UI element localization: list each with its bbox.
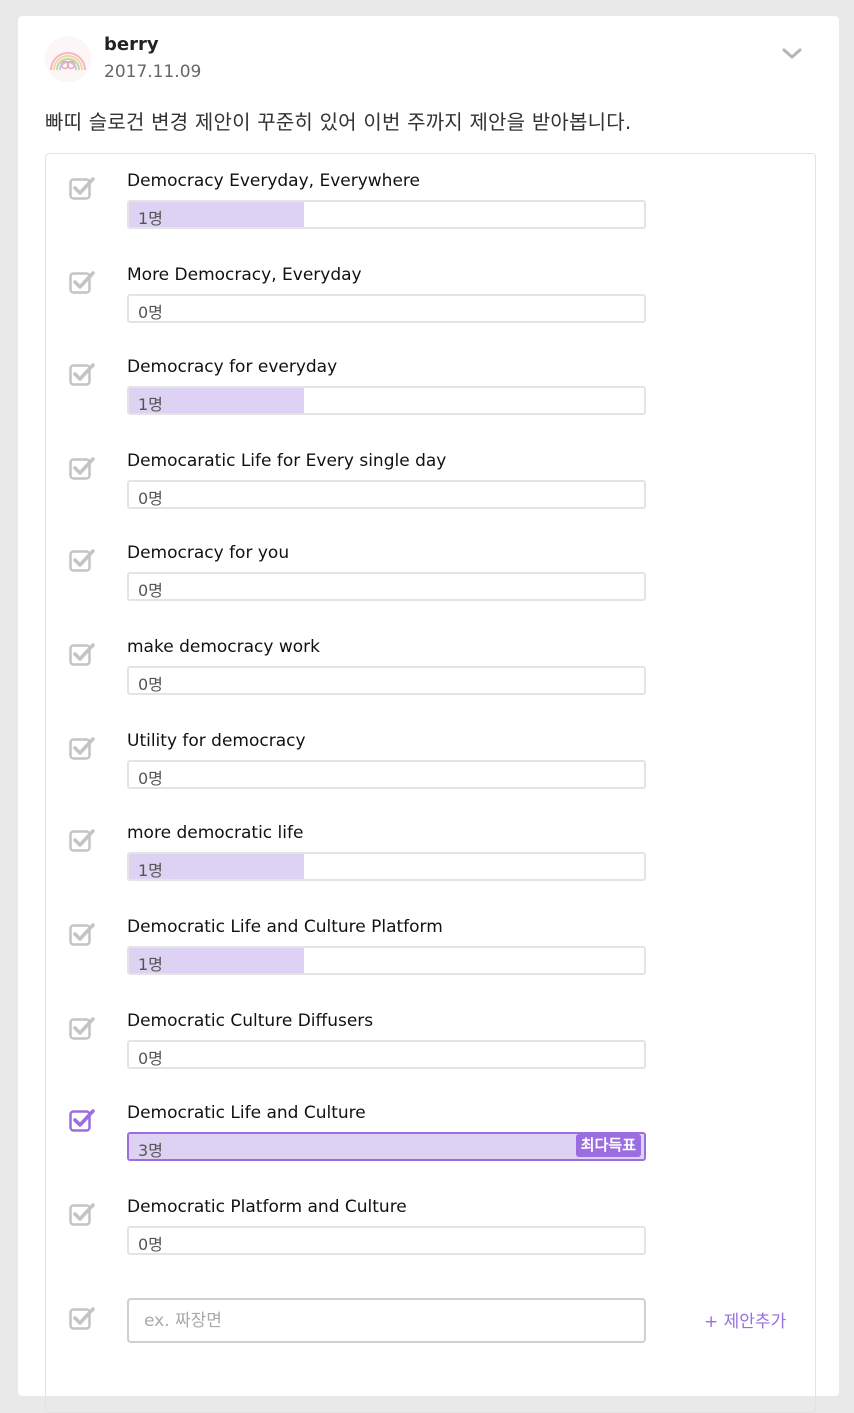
vote-count: 0명 xyxy=(138,675,163,694)
vote-bar[interactable]: 0명 xyxy=(127,1040,646,1069)
vote-bar[interactable]: 0명 xyxy=(127,1226,646,1255)
poll-option: more democratic life 1명 xyxy=(46,806,815,900)
add-option-button[interactable]: + 제안추가 xyxy=(704,1307,786,1332)
poll-option: Utility for democracy 0명 xyxy=(46,714,815,808)
vote-bar[interactable]: 0명 xyxy=(127,666,646,695)
vote-bar[interactable]: 0명 xyxy=(127,760,646,789)
vote-count: 1명 xyxy=(138,955,163,974)
check-icon[interactable] xyxy=(69,362,97,390)
add-option-input[interactable] xyxy=(127,1298,646,1343)
vote-count: 1명 xyxy=(138,861,163,880)
check-icon[interactable] xyxy=(69,1016,97,1044)
chevron-down-icon[interactable] xyxy=(780,42,804,66)
poll-option: Democracy for you 0명 xyxy=(46,526,815,620)
avatar[interactable] xyxy=(45,36,91,82)
check-icon[interactable] xyxy=(69,548,97,576)
vote-bar[interactable]: 1명 xyxy=(127,852,646,881)
option-label[interactable]: Democracy Everyday, Everywhere xyxy=(127,171,420,191)
check-icon[interactable] xyxy=(69,642,97,670)
check-icon[interactable] xyxy=(69,1202,97,1230)
add-option-row: + 제안추가 xyxy=(46,1298,815,1358)
vote-count: 0명 xyxy=(138,581,163,600)
option-label[interactable]: Democratic Life and Culture Platform xyxy=(127,917,443,937)
author-name[interactable]: berry xyxy=(104,34,159,55)
vote-count: 0명 xyxy=(138,303,163,322)
vote-bar[interactable]: 3명 최다득표 xyxy=(127,1132,646,1161)
option-label[interactable]: more democratic life xyxy=(127,823,303,843)
vote-bar[interactable]: 1명 xyxy=(127,946,646,975)
poll-option: Democaratic Life for Every single day 0명 xyxy=(46,434,815,528)
option-label[interactable]: Democracy for everyday xyxy=(127,357,337,377)
poll-option: Democracy for everyday 1명 xyxy=(46,340,815,434)
option-label[interactable]: make democracy work xyxy=(127,637,320,657)
vote-bar[interactable]: 0명 xyxy=(127,480,646,509)
check-icon[interactable] xyxy=(69,922,97,950)
vote-count: 1명 xyxy=(138,395,163,414)
check-icon[interactable] xyxy=(69,270,97,298)
check-icon[interactable] xyxy=(69,828,97,856)
option-label[interactable]: Utility for democracy xyxy=(127,731,306,751)
option-label[interactable]: Democratic Life and Culture xyxy=(127,1103,366,1123)
option-label[interactable]: Democracy for you xyxy=(127,543,289,563)
check-icon[interactable] xyxy=(69,736,97,764)
vote-bar[interactable]: 0명 xyxy=(127,572,646,601)
post-body: 빠띠 슬로건 변경 제안이 꾸준히 있어 이번 주까지 제안을 받아봅니다. xyxy=(45,110,632,134)
check-icon[interactable] xyxy=(69,176,97,204)
vote-count: 0명 xyxy=(138,769,163,788)
vote-count: 1명 xyxy=(138,209,163,228)
post-card: berry 2017.11.09 빠띠 슬로건 변경 제안이 꾸준히 있어 이번… xyxy=(18,16,839,1413)
vote-count: 0명 xyxy=(138,1049,163,1068)
poll-option: More Democracy, Everyday 0명 xyxy=(46,248,815,342)
vote-bar[interactable]: 0명 xyxy=(127,294,646,323)
poll-option: make democracy work 0명 xyxy=(46,620,815,714)
post-date: 2017.11.09 xyxy=(104,62,202,82)
vote-count: 0명 xyxy=(138,489,163,508)
option-label[interactable]: Democaratic Life for Every single day xyxy=(127,451,446,471)
check-icon[interactable] xyxy=(69,456,97,484)
check-icon[interactable] xyxy=(69,1108,97,1136)
vote-bar[interactable]: 1명 xyxy=(127,386,646,415)
poll-option: Democratic Culture Diffusers 0명 xyxy=(46,994,815,1088)
vote-bar-fill xyxy=(129,1134,644,1159)
top-vote-badge: 최다득표 xyxy=(575,1134,641,1157)
vote-count: 0명 xyxy=(138,1235,163,1254)
vote-bar[interactable]: 1명 xyxy=(127,200,646,229)
poll-option: Democratic Life and Culture 3명 최다득표 xyxy=(46,1086,815,1180)
poll-option: Democratic Platform and Culture 0명 xyxy=(46,1180,815,1274)
poll-option: Democratic Life and Culture Platform 1명 xyxy=(46,900,815,994)
option-label[interactable]: More Democracy, Everyday xyxy=(127,265,362,285)
vote-count: 3명 xyxy=(138,1141,163,1160)
option-label[interactable]: Democratic Platform and Culture xyxy=(127,1197,407,1217)
option-label[interactable]: Democratic Culture Diffusers xyxy=(127,1011,373,1031)
check-icon xyxy=(69,1306,97,1334)
poll: Democracy Everyday, Everywhere 1명 More Dem… xyxy=(45,153,816,1413)
poll-option: Democracy Everyday, Everywhere 1명 xyxy=(46,154,815,248)
